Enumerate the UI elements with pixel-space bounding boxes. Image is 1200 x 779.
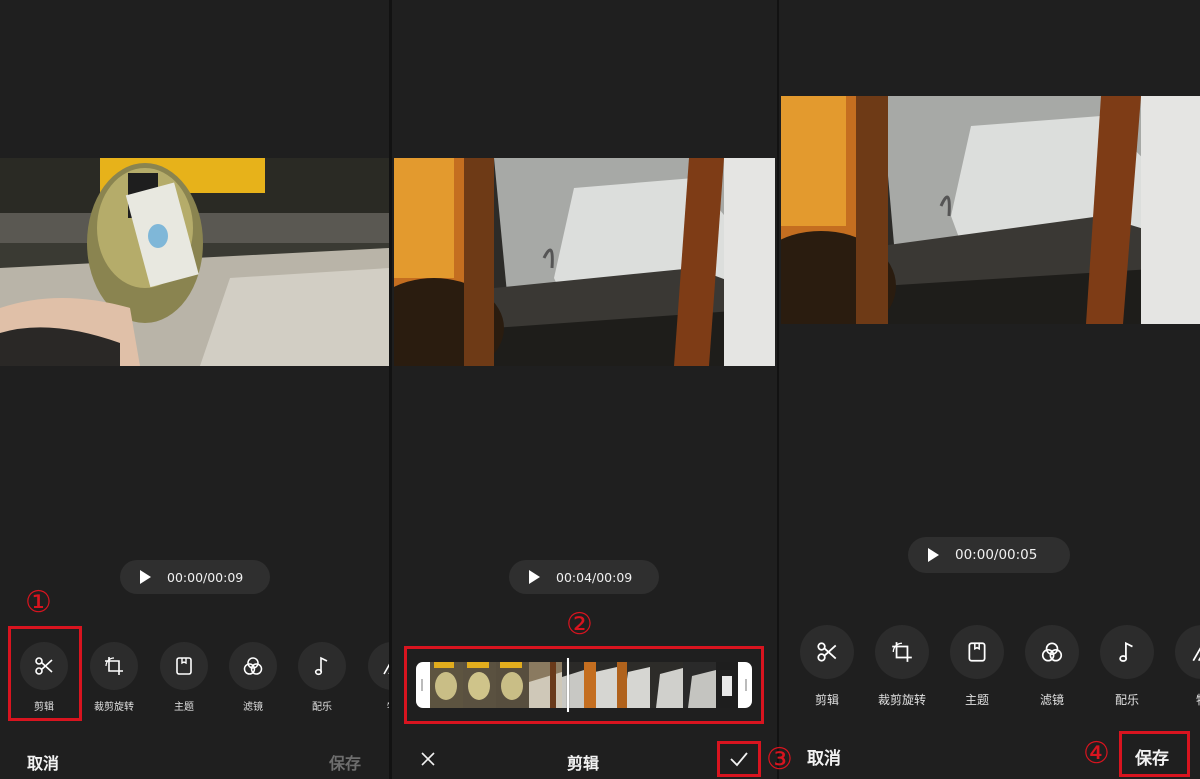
cancel-button[interactable]: 取消 (27, 750, 59, 774)
highlight-confirm-button (717, 741, 761, 777)
crop-rotate-icon (105, 657, 123, 675)
step-4-marker: ④ (1083, 736, 1110, 771)
tool-music[interactable]: 配乐 (1100, 625, 1154, 708)
tool-cut[interactable]: 剪辑 (800, 625, 854, 708)
tool-filter[interactable]: 滤镜 (1025, 625, 1079, 708)
tool-label: 配乐 (312, 702, 332, 713)
save-button[interactable]: 保存 (329, 750, 361, 774)
highlight-save-button (1119, 731, 1190, 777)
tool-crop-rotate[interactable]: 裁剪旋转 (87, 642, 141, 713)
tool-label: 滤镜 (1039, 693, 1064, 707)
highlight-frame-timeline (404, 646, 764, 724)
page-title: 剪辑 (567, 754, 600, 773)
highlight-cut-tool (8, 626, 82, 721)
crop-rotate-icon (892, 642, 912, 662)
cancel-button[interactable]: 取消 (807, 744, 841, 769)
tool-label: 主题 (174, 702, 194, 713)
tool-filter[interactable]: 滤镜 (226, 642, 280, 713)
tool-label: 配乐 (1114, 693, 1139, 707)
tool-theme[interactable]: 主题 (950, 625, 1004, 708)
play-bar[interactable]: 00:04/00:09 (509, 560, 659, 594)
scissors-icon (817, 642, 837, 662)
editor-panel-3: 00:00/00:05 剪辑 裁剪旋转 主题 滤镜 配乐 特 取消 保存 (779, 0, 1200, 779)
filter-icon (243, 657, 263, 675)
play-bar[interactable]: 00:00/00:09 (120, 560, 270, 594)
video-preview (781, 96, 1200, 324)
video-preview (0, 158, 389, 366)
playback-time: 00:00/00:05 (955, 547, 1038, 563)
video-preview (394, 158, 775, 366)
tool-music[interactable]: 配乐 (295, 642, 349, 713)
tool-label: 特 (1175, 691, 1200, 708)
playback-time: 00:04/00:09 (556, 569, 633, 585)
tool-label: 裁剪旋转 (877, 693, 926, 707)
effects-icon (1192, 647, 1200, 662)
music-note-icon (314, 656, 328, 676)
play-icon[interactable] (140, 570, 151, 584)
tool-crop-rotate[interactable]: 裁剪旋转 (875, 625, 929, 708)
music-note-icon (1119, 641, 1133, 662)
theme-icon (968, 642, 986, 662)
effects-icon (383, 663, 389, 675)
filter-icon (1041, 642, 1063, 662)
tool-label: 特 (365, 698, 389, 713)
step-3-marker: ③ (766, 742, 793, 777)
tool-label: 裁剪旋转 (94, 702, 134, 713)
step-2-marker: ② (566, 607, 593, 642)
play-icon[interactable] (529, 570, 540, 584)
tool-label: 剪辑 (814, 693, 839, 707)
tool-theme[interactable]: 主题 (157, 642, 211, 713)
close-icon[interactable] (420, 751, 436, 767)
playback-time: 00:00/00:09 (167, 569, 244, 585)
theme-icon (176, 657, 192, 675)
step-1-marker: ① (25, 585, 52, 620)
tool-effects[interactable]: 特 (365, 642, 389, 713)
tool-effects[interactable]: 特 (1175, 625, 1200, 708)
tool-label: 主题 (964, 693, 989, 707)
play-bar[interactable]: 00:00/00:05 (908, 537, 1070, 573)
tool-label: 滤镜 (243, 702, 263, 713)
play-icon[interactable] (928, 548, 939, 562)
